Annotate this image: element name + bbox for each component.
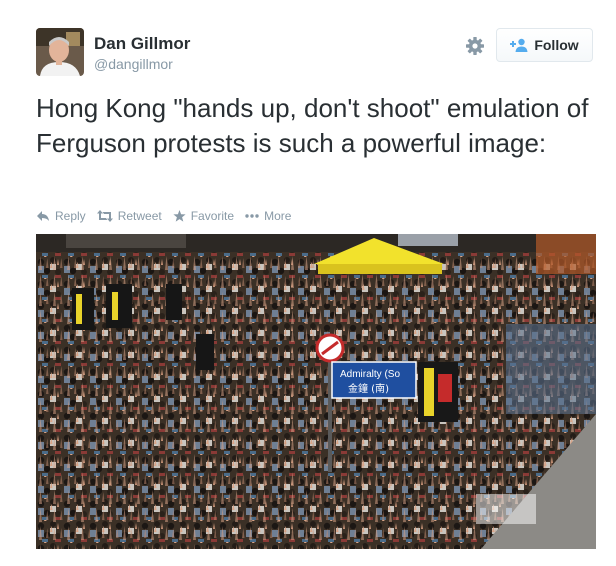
favorite-action[interactable]: Favorite (173, 209, 234, 223)
more-action[interactable]: More (245, 209, 291, 223)
follow-button-label: Follow (534, 37, 579, 53)
reply-label: Reply (55, 209, 86, 223)
follow-button[interactable]: Follow (496, 28, 593, 62)
retweet-action[interactable]: Retweet (96, 209, 162, 223)
retweet-label: Retweet (117, 209, 162, 223)
favorite-label: Favorite (190, 209, 235, 223)
tweet-actions: Reply Retweet Favorite More (36, 207, 302, 225)
tweet-text: Hong Kong "hands up, don't shoot" emulat… (36, 93, 589, 158)
reply-action[interactable]: Reply (36, 209, 86, 223)
reply-icon (37, 211, 49, 221)
avatar-image (36, 28, 84, 76)
more-label: More (264, 209, 292, 223)
user-handle[interactable]: @dangillmor (94, 56, 173, 72)
tweet-photo[interactable]: Admiralty (So 金鐘 (南) (36, 234, 596, 549)
star-icon (173, 210, 186, 222)
avatar[interactable] (36, 28, 84, 76)
gear-icon[interactable] (465, 36, 485, 56)
street-sign-line1: Admiralty (So (340, 369, 400, 380)
follow-person-icon (510, 38, 528, 52)
user-name[interactable]: Dan Gillmor (94, 34, 190, 54)
street-sign-line2: 金鐘 (南) (348, 382, 389, 395)
retweet-icon (96, 210, 113, 222)
more-dots-icon (245, 214, 259, 218)
